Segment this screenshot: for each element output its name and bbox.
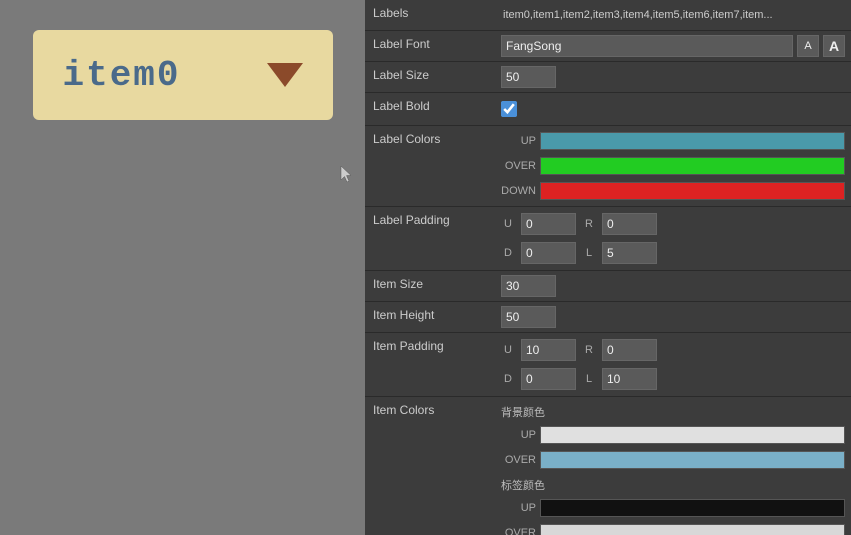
item-padding-u-label: U [501,344,515,356]
label-padding-row: Label Padding U R D L [365,207,851,271]
label-color-up-label: UP [501,135,536,147]
label-padding-lr-row: D L [501,242,845,264]
item-padding-dl-row: D L [501,368,845,390]
label-bold-value-cell [495,93,851,125]
labels-row: Labels item0,item1,item2,item3,item4,ite… [365,0,851,31]
label-padding-d-label: D [501,247,515,259]
label-padding-ud-row: U R [501,213,845,235]
label-padding-u-input[interactable] [521,213,576,235]
item-size-row: Item Size [365,271,851,302]
item-height-input[interactable] [501,306,556,328]
label-colors-row: Label Colors UP OVER DOWN [365,126,851,207]
label-item-color-up-label: UP [501,502,536,514]
label-color-over-row: OVER [501,157,845,175]
label-padding-label: Label Padding [365,207,495,233]
bg-color-label: 背景颜色 [501,401,845,421]
label-item-color-up-row: UP [501,499,845,517]
label-padding-l-input[interactable] [602,242,657,264]
label-colors-value-cell: UP OVER DOWN [495,126,851,206]
item-padding-row: Item Padding U R D L [365,333,851,397]
bg-color-over-swatch[interactable] [540,451,845,469]
label-font-label: Label Font [365,31,495,57]
label-item-color-over-row: OVER [501,524,845,535]
item-padding-l-input[interactable] [602,368,657,390]
props-panel: Labels item0,item1,item2,item3,item4,ite… [365,0,851,535]
preview-panel: item0 [0,0,365,535]
label-item-color-up-swatch[interactable] [540,499,845,517]
item-colors-label: Item Colors [365,397,495,423]
item-height-row: Item Height [365,302,851,333]
labels-label: Labels [365,0,495,26]
label-color-over-label: OVER [501,160,536,172]
label-color-up-swatch[interactable] [540,132,845,150]
item-size-label: Item Size [365,271,495,297]
font-btn-small[interactable]: A [797,35,819,57]
label-padding-r-input[interactable] [602,213,657,235]
item-padding-d-input[interactable] [521,368,576,390]
label-font-input[interactable] [501,35,793,57]
label-color-down-row: DOWN [501,182,845,200]
item-colors-value-cell: 背景颜色 UP OVER 标签颜色 UP OVER 边框颜色 [495,397,851,535]
bg-color-up-swatch[interactable] [540,426,845,444]
item-size-value-cell [495,271,851,301]
label-padding-d-input[interactable] [521,242,576,264]
item-height-label: Item Height [365,302,495,328]
cursor-icon [340,165,352,183]
font-btn-large[interactable]: A [823,35,845,57]
item-padding-value-cell: U R D L [495,333,851,396]
item-padding-d-label: D [501,373,515,385]
label-bold-label: Label Bold [365,93,495,119]
bg-color-up-row: UP [501,426,845,444]
label-size-input[interactable] [501,66,556,88]
label-padding-u-label: U [501,218,515,230]
item-size-input[interactable] [501,275,556,297]
item-colors-row: Item Colors 背景颜色 UP OVER 标签颜色 UP OVER 边框… [365,397,851,535]
label-size-row: Label Size [365,62,851,93]
label-size-label: Label Size [365,62,495,88]
item-height-value-cell [495,302,851,332]
labels-value-cell: item0,item1,item2,item3,item4,item5,item… [495,0,851,30]
label-size-value-cell [495,62,851,92]
label-bold-row: Label Bold [365,93,851,126]
item-padding-r-label: R [582,344,596,356]
item-padding-ur-row: U R [501,339,845,361]
label-item-color-over-label: OVER [501,527,536,535]
label-bold-checkbox[interactable] [501,101,517,117]
item-padding-l-label: L [582,373,596,385]
labels-value: item0,item1,item2,item3,item4,item5,item… [501,4,775,26]
label-padding-r-label: R [582,218,596,230]
label-color-down-label: DOWN [501,185,536,197]
label-item-color-over-swatch[interactable] [540,524,845,535]
label-color-over-swatch[interactable] [540,157,845,175]
item-padding-label: Item Padding [365,333,495,359]
preview-item-text: item0 [63,55,181,96]
label-color-section-label: 标签颜色 [501,474,845,494]
label-colors-label: Label Colors [365,126,495,152]
bg-color-over-label: OVER [501,454,536,466]
label-color-up-row: UP [501,132,845,150]
bg-color-up-label: UP [501,429,536,441]
label-font-row: Label Font A A [365,31,851,62]
label-padding-value-cell: U R D L [495,207,851,270]
dropdown-arrow-icon [267,63,303,87]
label-padding-l-label: L [582,247,596,259]
item-padding-u-input[interactable] [521,339,576,361]
label-color-down-swatch[interactable] [540,182,845,200]
bg-color-over-row: OVER [501,451,845,469]
label-font-value-cell: A A [495,31,851,61]
preview-item: item0 [33,30,333,120]
item-padding-r-input[interactable] [602,339,657,361]
